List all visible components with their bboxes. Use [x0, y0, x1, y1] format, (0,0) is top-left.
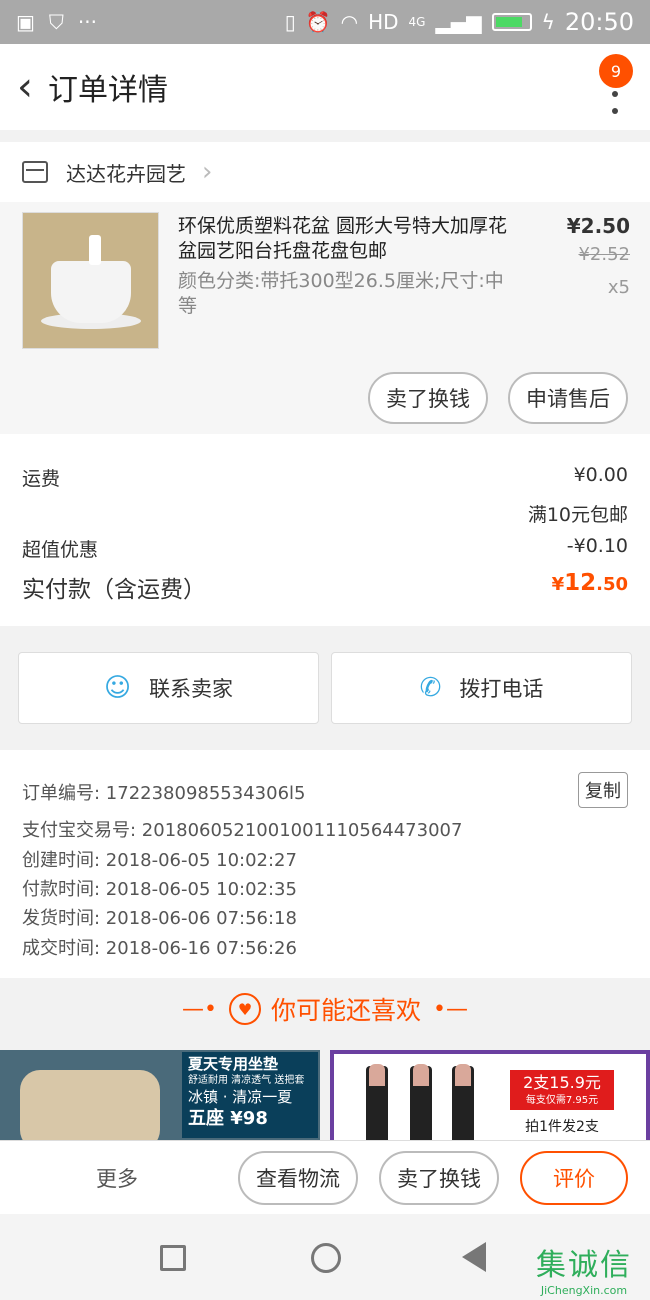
after-sale-button[interactable]: 申请售后: [508, 372, 628, 424]
product-original-price: ¥2.52: [578, 244, 630, 265]
paid-time: 付款时间: 2018-06-05 10:02:35: [22, 879, 297, 900]
call-label: 拨打电话: [459, 677, 544, 701]
shipping-value: ¥0.00: [573, 464, 628, 486]
recommend-title: 你可能还喜欢: [270, 996, 421, 1025]
product-price: ¥2.50: [566, 214, 630, 238]
battery-icon: [491, 13, 532, 31]
more-icon: ···: [77, 10, 97, 34]
completed-time: 成交时间: 2018-06-16 07:56:26: [22, 938, 297, 959]
lipstick-image: [452, 1064, 474, 1140]
dash-right: •—: [433, 996, 468, 1022]
call-button[interactable]: ✆ 拨打电话: [331, 652, 632, 724]
battery-level: [495, 17, 522, 27]
product-image[interactable]: [22, 212, 159, 349]
shop-name: 达达花卉园艺: [66, 161, 186, 186]
charging-icon: ϟ: [541, 10, 555, 34]
signal-icon: ▂▄▆: [435, 10, 482, 34]
title-bar: ‹ 订单详情 9: [0, 44, 650, 130]
shipping-note: 满10元包邮: [527, 504, 628, 526]
page-title: 订单详情: [48, 73, 168, 108]
order-info: 订单编号: 1722380985534306l5 复制 支付宝交易号: 2018…: [0, 750, 650, 978]
network-type: 4G: [408, 15, 426, 29]
seat-image: [20, 1070, 160, 1140]
chevron-right-icon: ›: [202, 157, 213, 187]
system-nav-bar: 集诚信 JiChengXin.com: [0, 1214, 650, 1300]
home-icon[interactable]: [311, 1243, 341, 1273]
recommend-card-seat[interactable]: 夏天专用坐垫 舒适耐用 清凉透气 送把套 冰镇 · 清凉一夏 五座 ¥98: [0, 1050, 320, 1140]
seat-banner: 夏天专用坐垫 舒适耐用 清凉透气 送把套 冰镇 · 清凉一夏 五座 ¥98: [182, 1052, 318, 1138]
fee-summary: 运费 ¥0.00 满10元包邮 超值优惠 -¥0.10 实付款（含运费） ¥12…: [0, 434, 650, 626]
lipstick-image: [410, 1064, 432, 1140]
product-quantity: x5: [607, 277, 630, 298]
status-bar: ▣ ⛉ ··· ▯ ⏰ ◠ HD 4G ▂▄▆ ϟ 20:50: [0, 0, 650, 44]
dash-left: —•: [182, 996, 217, 1022]
shop-row[interactable]: 达达花卉园艺 ›: [0, 142, 650, 202]
phone-icon: ✆: [419, 673, 442, 703]
product-sku: 颜色分类:带托300型26.5厘米;尺寸:中等: [178, 270, 504, 317]
recommend-header: —• ♥ 你可能还喜欢 •—: [0, 978, 650, 1040]
chat-icon: ☺: [103, 673, 132, 703]
notification-badge: 9: [599, 54, 633, 88]
sell-item-button[interactable]: 卖了换钱: [368, 372, 488, 424]
product-item: 环保优质塑料花盆 圆形大号特大加厚花盆园艺阳台托盘花盘包邮 颜色分类:带托300…: [0, 202, 650, 434]
back-triangle-icon[interactable]: [462, 1242, 486, 1272]
recommend-card-lipstick[interactable]: 2支15.9元 每支仅需7.95元 拍1件发2支: [330, 1050, 650, 1140]
more-link[interactable]: 更多: [96, 1163, 138, 1193]
review-button[interactable]: 评价: [520, 1151, 628, 1205]
order-number: 订单编号: 1722380985534306l5: [22, 783, 306, 804]
back-icon[interactable]: ‹: [8, 64, 42, 110]
heart-icon: ♥: [228, 993, 261, 1025]
clock: 20:50: [564, 8, 634, 36]
sell-button[interactable]: 卖了换钱: [379, 1151, 499, 1205]
network-label: HD: [368, 10, 399, 34]
recents-icon[interactable]: [160, 1245, 186, 1271]
shield-icon: ⛉: [48, 10, 64, 34]
promo-note: 拍1件发2支: [525, 1119, 599, 1135]
promo-tag: 2支15.9元 每支仅需7.95元: [510, 1070, 614, 1110]
store-icon: [22, 161, 48, 183]
shipped-time: 发货时间: 2018-06-06 07:56:18: [22, 908, 297, 929]
view-logistics-button[interactable]: 查看物流: [238, 1151, 358, 1205]
created-time: 创建时间: 2018-06-05 10:02:27: [22, 850, 297, 871]
lipstick-image: [366, 1064, 388, 1140]
total-value: ¥12.50: [551, 570, 628, 596]
discount-value: -¥0.10: [566, 535, 628, 557]
watermark-logo: 集诚信 JiChengXin.com: [536, 1248, 632, 1297]
discount-label: 超值优惠: [22, 539, 99, 561]
alarm-icon: ⏰: [305, 10, 331, 34]
bottom-action-bar: 更多 查看物流 卖了换钱 评价: [0, 1140, 650, 1214]
wifi-icon: ◠: [340, 10, 359, 34]
contact-seller-label: 联系卖家: [149, 677, 234, 701]
image-icon: ▣: [16, 10, 35, 34]
contact-seller-button[interactable]: ☺ 联系卖家: [18, 652, 319, 724]
total-label: 实付款（含运费）: [22, 577, 206, 603]
copy-button[interactable]: 复制: [578, 772, 628, 808]
shipping-label: 运费: [22, 468, 61, 490]
vibrate-icon: ▯: [284, 10, 296, 34]
alipay-number: 支付宝交易号: 2018060521001001110564473007: [22, 820, 463, 841]
product-name[interactable]: 环保优质塑料花盆 圆形大号特大加厚花盆园艺阳台托盘花盘包邮: [178, 214, 518, 264]
